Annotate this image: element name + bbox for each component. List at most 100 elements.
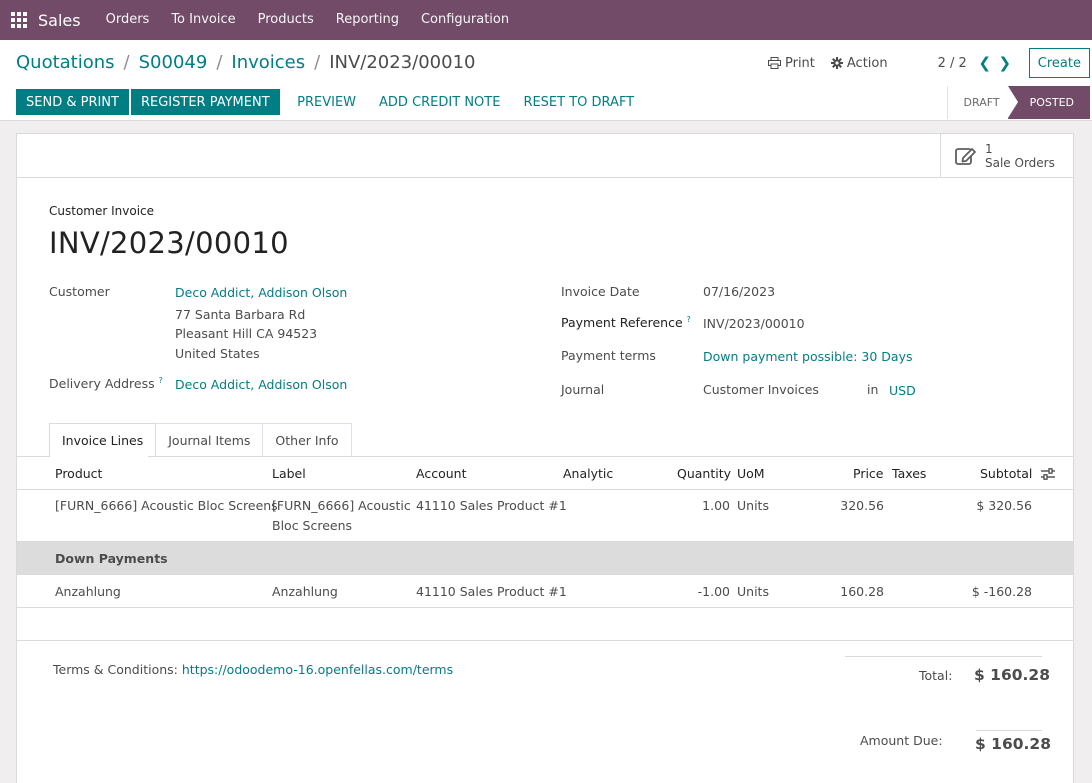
- breadcrumb-separator: /: [216, 52, 223, 73]
- column-analytic[interactable]: Analytic: [563, 466, 613, 481]
- total-value: $ 160.28: [974, 666, 1050, 684]
- row-price: 160.28: [840, 584, 884, 599]
- amount-due-value: $ 160.28: [975, 735, 1051, 753]
- action-button[interactable]: Action: [823, 49, 896, 77]
- row-account: 41110 Sales Product #1: [416, 584, 567, 599]
- column-taxes[interactable]: Taxes: [892, 466, 926, 481]
- terms-link[interactable]: https://odoodemo-16.openfellas.com/terms: [182, 662, 453, 677]
- add-credit-note-button[interactable]: ADD CREDIT NOTE: [368, 89, 512, 115]
- delivery-address-link[interactable]: Deco Addict, Addison Olson: [175, 377, 347, 392]
- pager-next-icon[interactable]: ❯: [995, 49, 1015, 77]
- invoice-date-label: Invoice Date: [561, 284, 640, 299]
- journal-in-text: in: [867, 382, 879, 397]
- row-product: Anzahlung: [55, 584, 121, 599]
- menu-products[interactable]: Products: [247, 0, 325, 40]
- journal-value[interactable]: Customer Invoices: [703, 382, 819, 397]
- help-icon[interactable]: ?: [687, 315, 691, 324]
- smart-button-count: 1: [985, 142, 993, 156]
- currency-link[interactable]: USD: [889, 383, 916, 398]
- invoice-number: INV/2023/00010: [49, 226, 289, 260]
- row-product: [FURN_6666] Acoustic Bloc Screens: [55, 498, 278, 513]
- invoice-date-value[interactable]: 07/16/2023: [703, 284, 775, 299]
- preview-button[interactable]: PREVIEW: [286, 89, 368, 115]
- address-line-2: Pleasant Hill CA 94523: [175, 326, 318, 341]
- amount-due-label: Amount Due:: [860, 733, 943, 748]
- action-label: Action: [846, 55, 888, 71]
- column-uom[interactable]: UoM: [737, 466, 765, 481]
- menu-orders[interactable]: Orders: [95, 0, 161, 40]
- payment-reference-label: Payment Reference ?: [561, 315, 691, 330]
- menu-configuration[interactable]: Configuration: [410, 0, 520, 40]
- payment-terms-link[interactable]: Down payment possible: 30 Days: [703, 349, 913, 364]
- column-subtotal[interactable]: Subtotal: [980, 466, 1032, 481]
- breadcrumb-separator: /: [123, 52, 130, 73]
- print-button[interactable]: Print: [760, 49, 823, 77]
- status-bar: DRAFT POSTED: [946, 86, 1090, 119]
- column-label[interactable]: Label: [272, 466, 306, 481]
- column-product[interactable]: Product: [55, 466, 102, 481]
- column-price[interactable]: Price: [853, 466, 884, 481]
- customer-label: Customer: [49, 284, 110, 299]
- table-row[interactable]: Anzahlung Anzahlung 41110 Sales Product …: [17, 575, 1073, 608]
- print-icon: [767, 57, 781, 69]
- form-sheet: 1 Sale Orders Customer Invoice INV/2023/…: [16, 133, 1074, 783]
- row-subtotal: $ 320.56: [976, 498, 1032, 513]
- sale-orders-smart-button[interactable]: 1 Sale Orders: [940, 134, 1073, 178]
- breadcrumb-separator: /: [314, 52, 321, 73]
- payment-reference-label-text: Payment Reference: [561, 315, 683, 331]
- column-quantity[interactable]: Quantity: [677, 466, 731, 481]
- delivery-address-label-text: Delivery Address: [49, 376, 155, 392]
- breadcrumb-quotations[interactable]: Quotations: [16, 52, 115, 73]
- print-label: Print: [784, 55, 815, 71]
- smart-button-label: Sale Orders: [985, 156, 1055, 170]
- breadcrumb-invoices[interactable]: Invoices: [231, 52, 305, 73]
- app-name[interactable]: Sales: [38, 11, 81, 30]
- delivery-address-label: Delivery Address ?: [49, 376, 163, 391]
- total-label: Total:: [919, 668, 953, 683]
- tab-invoice-lines[interactable]: Invoice Lines: [49, 423, 157, 457]
- breadcrumb: Quotations / S00049 / Invoices / INV/202…: [16, 52, 476, 73]
- invoice-lines-table: Product Label Account Analytic Quantity …: [17, 457, 1073, 641]
- tab-other-info[interactable]: Other Info: [263, 423, 352, 457]
- reset-to-draft-button[interactable]: RESET TO DRAFT: [512, 89, 646, 115]
- action-buttons: SEND & PRINT REGISTER PAYMENT PREVIEW AD…: [16, 89, 646, 115]
- journal-label: Journal: [561, 382, 605, 397]
- control-panel-right: Print Action 2 / 2 ❮ ❯ Create: [760, 48, 1090, 78]
- control-panel: Quotations / S00049 / Invoices / INV/202…: [0, 40, 1092, 121]
- invoice-type: Customer Invoice: [49, 204, 155, 218]
- row-uom: Units: [737, 584, 769, 599]
- table-row[interactable]: [FURN_6666] Acoustic Bloc Screens [FURN_…: [17, 490, 1073, 542]
- terms-conditions: Terms & Conditions: https://odoodemo-16.…: [53, 662, 453, 677]
- status-draft[interactable]: DRAFT: [946, 86, 1008, 119]
- tab-journal-items[interactable]: Journal Items: [156, 423, 264, 457]
- payment-terms-label: Payment terms: [561, 348, 656, 363]
- row-quantity: 1.00: [702, 498, 730, 513]
- register-payment-button[interactable]: REGISTER PAYMENT: [130, 89, 280, 115]
- menu-reporting[interactable]: Reporting: [325, 0, 410, 40]
- customer-link[interactable]: Deco Addict, Addison Olson: [175, 285, 347, 300]
- menu-to-invoice[interactable]: To Invoice: [160, 0, 246, 40]
- column-account[interactable]: Account: [416, 466, 466, 481]
- terms-label: Terms & Conditions:: [53, 662, 178, 677]
- row-label-line-2: Bloc Screens: [272, 518, 353, 533]
- pager-value[interactable]: 2 / 2: [938, 56, 967, 71]
- row-account: 41110 Sales Product #1: [416, 498, 567, 513]
- empty-row: [17, 608, 1073, 641]
- send-print-button[interactable]: SEND & PRINT: [16, 89, 129, 115]
- button-box: 1 Sale Orders: [17, 134, 1073, 178]
- payment-reference-value[interactable]: INV/2023/00010: [703, 316, 805, 331]
- help-icon[interactable]: ?: [159, 376, 163, 385]
- apps-menu-icon[interactable]: [0, 0, 38, 40]
- pager: 2 / 2 ❮ ❯: [938, 49, 1015, 77]
- breadcrumb-sale-order[interactable]: S00049: [139, 52, 208, 73]
- top-navbar: Sales Orders To Invoice Products Reporti…: [0, 0, 1092, 40]
- totals-divider: [845, 656, 1042, 657]
- row-uom: Units: [737, 498, 769, 513]
- status-posted[interactable]: POSTED: [1007, 86, 1090, 119]
- pager-previous-icon[interactable]: ❮: [975, 49, 995, 77]
- optional-columns-icon[interactable]: [1041, 468, 1055, 480]
- section-row[interactable]: Down Payments: [17, 542, 1073, 575]
- create-button[interactable]: Create: [1028, 48, 1090, 78]
- section-title: Down Payments: [55, 551, 168, 566]
- row-quantity: -1.00: [697, 584, 730, 599]
